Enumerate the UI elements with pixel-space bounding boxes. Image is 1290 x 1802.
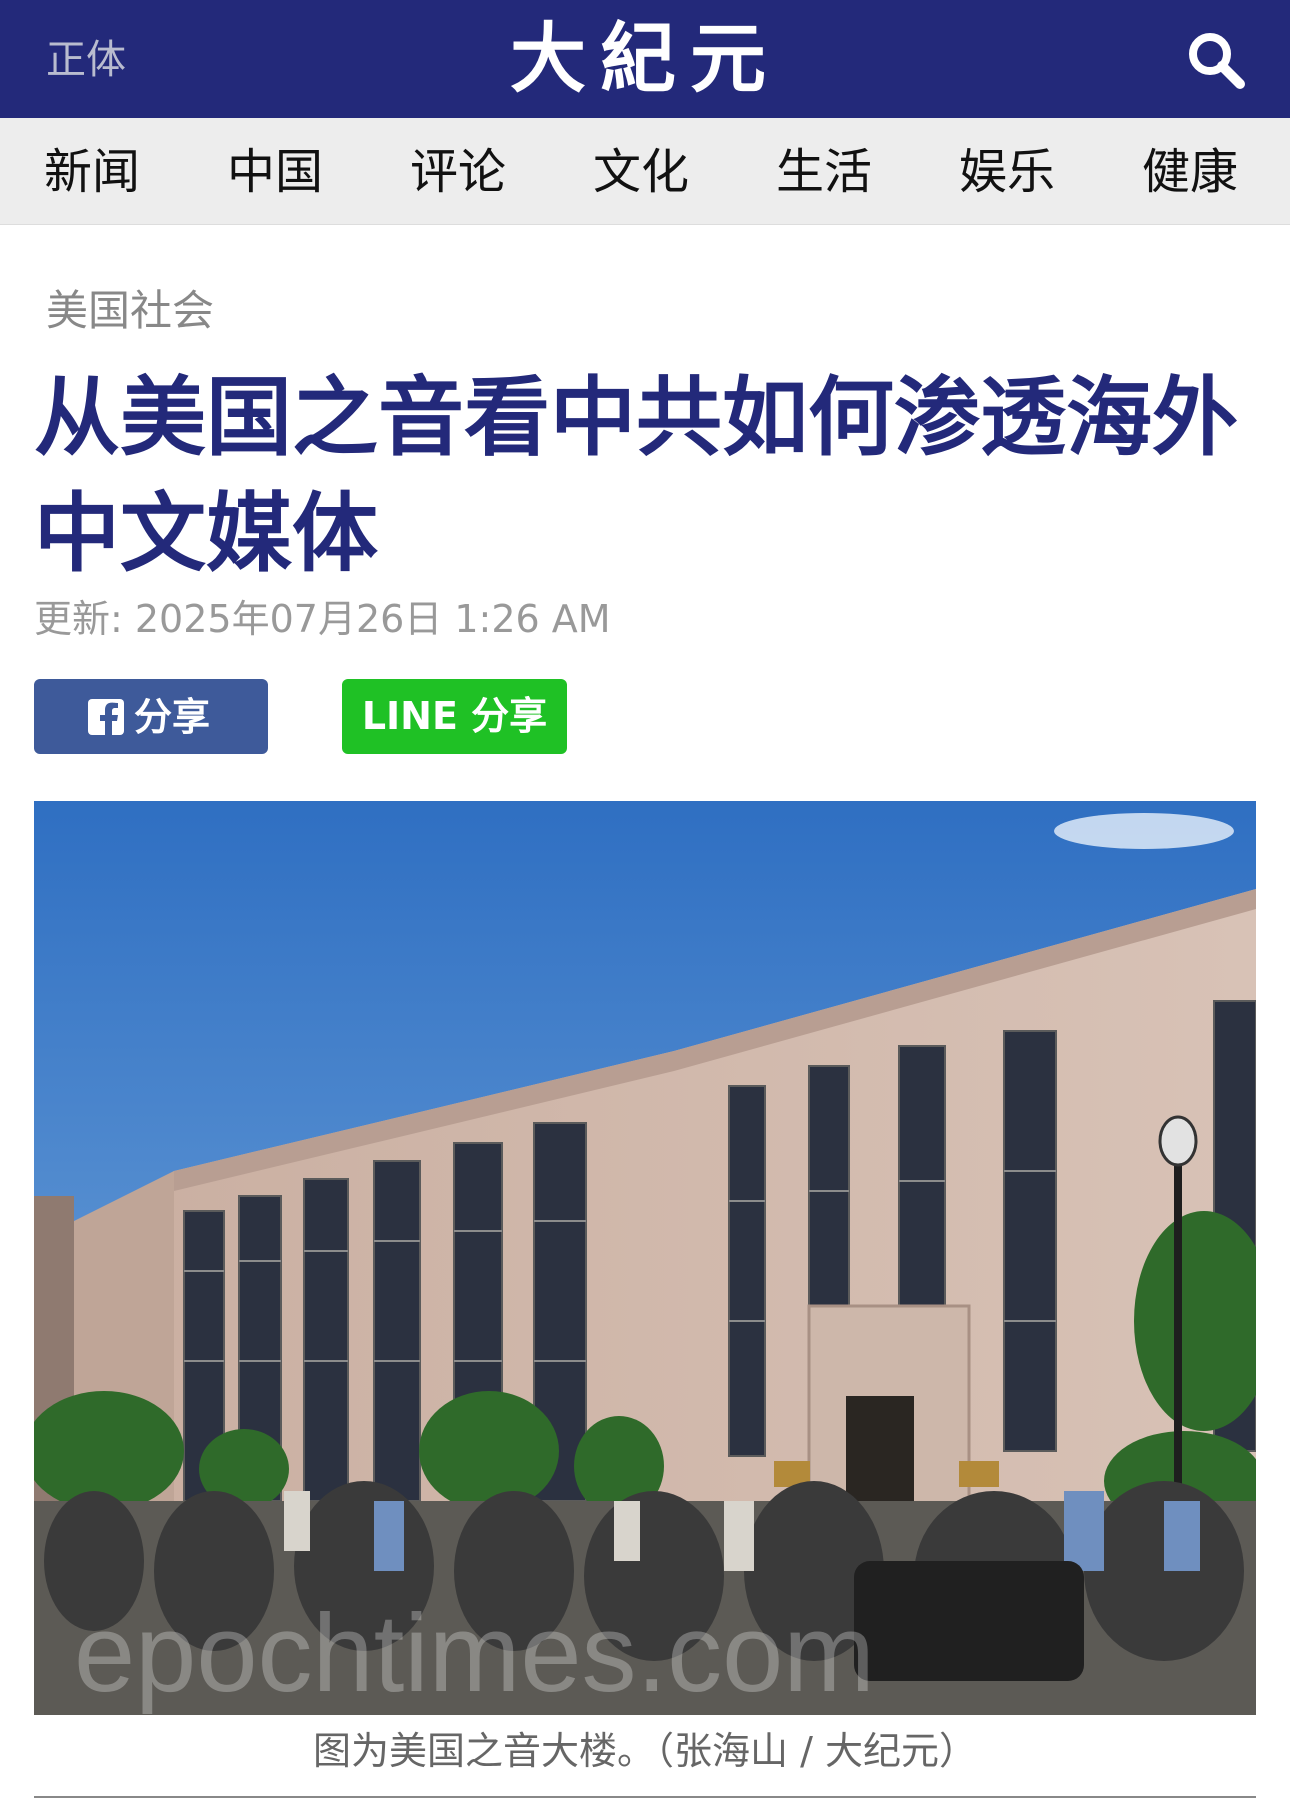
article-updated-time: 更新: 2025年07月26日 1:26 AM <box>34 597 611 641</box>
nav-item-opinion[interactable]: 评论 <box>410 144 506 200</box>
nav-item-life[interactable]: 生活 <box>776 144 872 200</box>
search-icon[interactable] <box>1184 28 1248 92</box>
nav-item-news[interactable]: 新闻 <box>44 144 140 200</box>
nav-item-entertainment[interactable]: 娱乐 <box>959 144 1055 200</box>
facebook-share-button[interactable]: 分享 <box>34 679 268 754</box>
nav-item-culture[interactable]: 文化 <box>593 144 689 200</box>
article-title: 从美国之音看中共如何渗透海外中文媒体 <box>34 368 1238 584</box>
article-hero-image: epochtimes.com <box>34 801 1256 1715</box>
article-category[interactable]: 美国社会 <box>46 286 214 336</box>
main-nav: 新闻 中国 评论 文化 生活 娱乐 健康 <box>0 118 1290 225</box>
top-bar: 正体 大紀元 <box>0 0 1290 118</box>
facebook-share-label: 分享 <box>134 695 211 739</box>
image-caption: 图为美国之音大楼。（张海山 / 大纪元） <box>313 1729 977 1773</box>
facebook-icon <box>88 699 124 735</box>
caption-divider <box>34 1796 1256 1798</box>
nav-item-health[interactable]: 健康 <box>1142 144 1238 200</box>
line-share-button[interactable]: LINE 分享 <box>342 679 567 754</box>
image-watermark: epochtimes.com <box>74 1592 875 1715</box>
site-logo[interactable]: 大紀元 <box>0 14 1290 104</box>
nav-item-china[interactable]: 中国 <box>227 144 323 200</box>
